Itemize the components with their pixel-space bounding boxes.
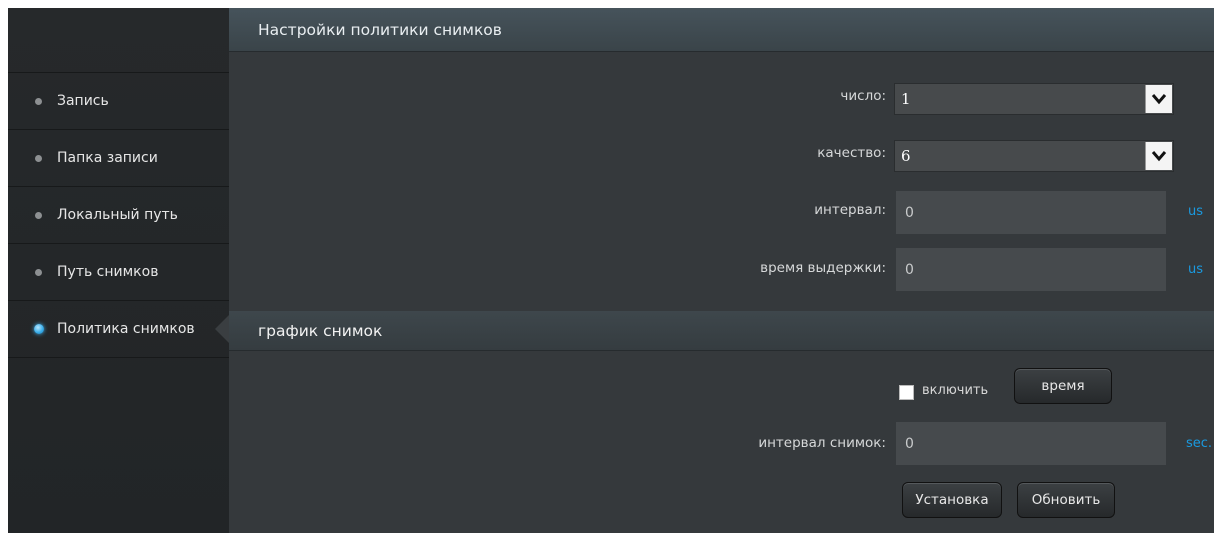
section-title: Настройки политики снимков (258, 20, 502, 39)
app-frame: Запись Папка записи Локальный путь Путь … (8, 8, 1214, 533)
interval-input-value: 0 (905, 204, 914, 221)
exposure-input[interactable]: 0 (896, 248, 1166, 291)
sidebar-item-label: Локальный путь (57, 207, 178, 223)
sidebar-item-label: Путь снимков (57, 264, 159, 280)
sidebar-item-label: Запись (57, 93, 109, 109)
sidebar-item-snapshot-path[interactable]: Путь снимков (8, 243, 229, 300)
sidebar-item-label: Папка записи (57, 150, 158, 166)
exposure-input-value: 0 (905, 261, 914, 278)
quality-select-value: 6 (901, 147, 911, 165)
snap-interval-input-value: 0 (905, 435, 914, 452)
sidebar-item-local-path[interactable]: Локальный путь (8, 186, 229, 243)
snap-interval-label: интервал снимок: (758, 435, 886, 451)
snap-interval-input[interactable]: 0 (896, 422, 1166, 465)
time-button-label: время (1041, 378, 1085, 394)
time-button[interactable]: время (1014, 368, 1112, 404)
sidebar-item-snapshot-policy[interactable]: Политика снимков (8, 300, 229, 357)
quality-select[interactable]: 6 (894, 140, 1174, 172)
chevron-down-icon[interactable] (1145, 85, 1172, 113)
chevron-down-icon[interactable] (1145, 142, 1172, 170)
interval-input[interactable]: 0 (896, 191, 1166, 234)
enable-checkbox[interactable] (899, 385, 914, 400)
section-header-schedule: график снимок (229, 311, 1214, 351)
section-title: график снимок (258, 321, 383, 340)
sidebar-divider (8, 357, 229, 358)
apply-button[interactable]: Установка (902, 482, 1002, 518)
count-select-value: 1 (901, 90, 911, 108)
sidebar-item-record-folder[interactable]: Папка записи (8, 129, 229, 186)
refresh-button-label: Обновить (1031, 492, 1101, 508)
snap-interval-unit: sec. (1186, 436, 1213, 451)
interval-unit: us (1188, 204, 1204, 219)
quality-label: качество: (817, 145, 886, 161)
apply-button-label: Установка (915, 492, 989, 508)
section-header-policy: Настройки политики снимков (229, 8, 1214, 52)
bullet-icon (35, 97, 42, 105)
exposure-unit: us (1188, 262, 1204, 277)
sidebar-item-record[interactable]: Запись (8, 72, 229, 129)
active-bullet-icon (34, 324, 44, 334)
sidebar: Запись Папка записи Локальный путь Путь … (8, 8, 229, 533)
sidebar-top-spacer (8, 8, 229, 72)
enable-label: включить (922, 383, 989, 398)
bullet-icon (35, 211, 42, 219)
count-select[interactable]: 1 (894, 83, 1174, 115)
interval-label: интервал: (814, 202, 886, 218)
refresh-button[interactable]: Обновить (1017, 482, 1115, 518)
exposure-label: время выдержки: (760, 260, 886, 276)
sidebar-item-label: Политика снимков (57, 321, 195, 337)
count-label: число: (840, 88, 886, 104)
main-panel: Настройки политики снимков число: 1 каче… (229, 8, 1214, 533)
bullet-icon (35, 268, 42, 276)
bullet-icon (35, 154, 42, 162)
